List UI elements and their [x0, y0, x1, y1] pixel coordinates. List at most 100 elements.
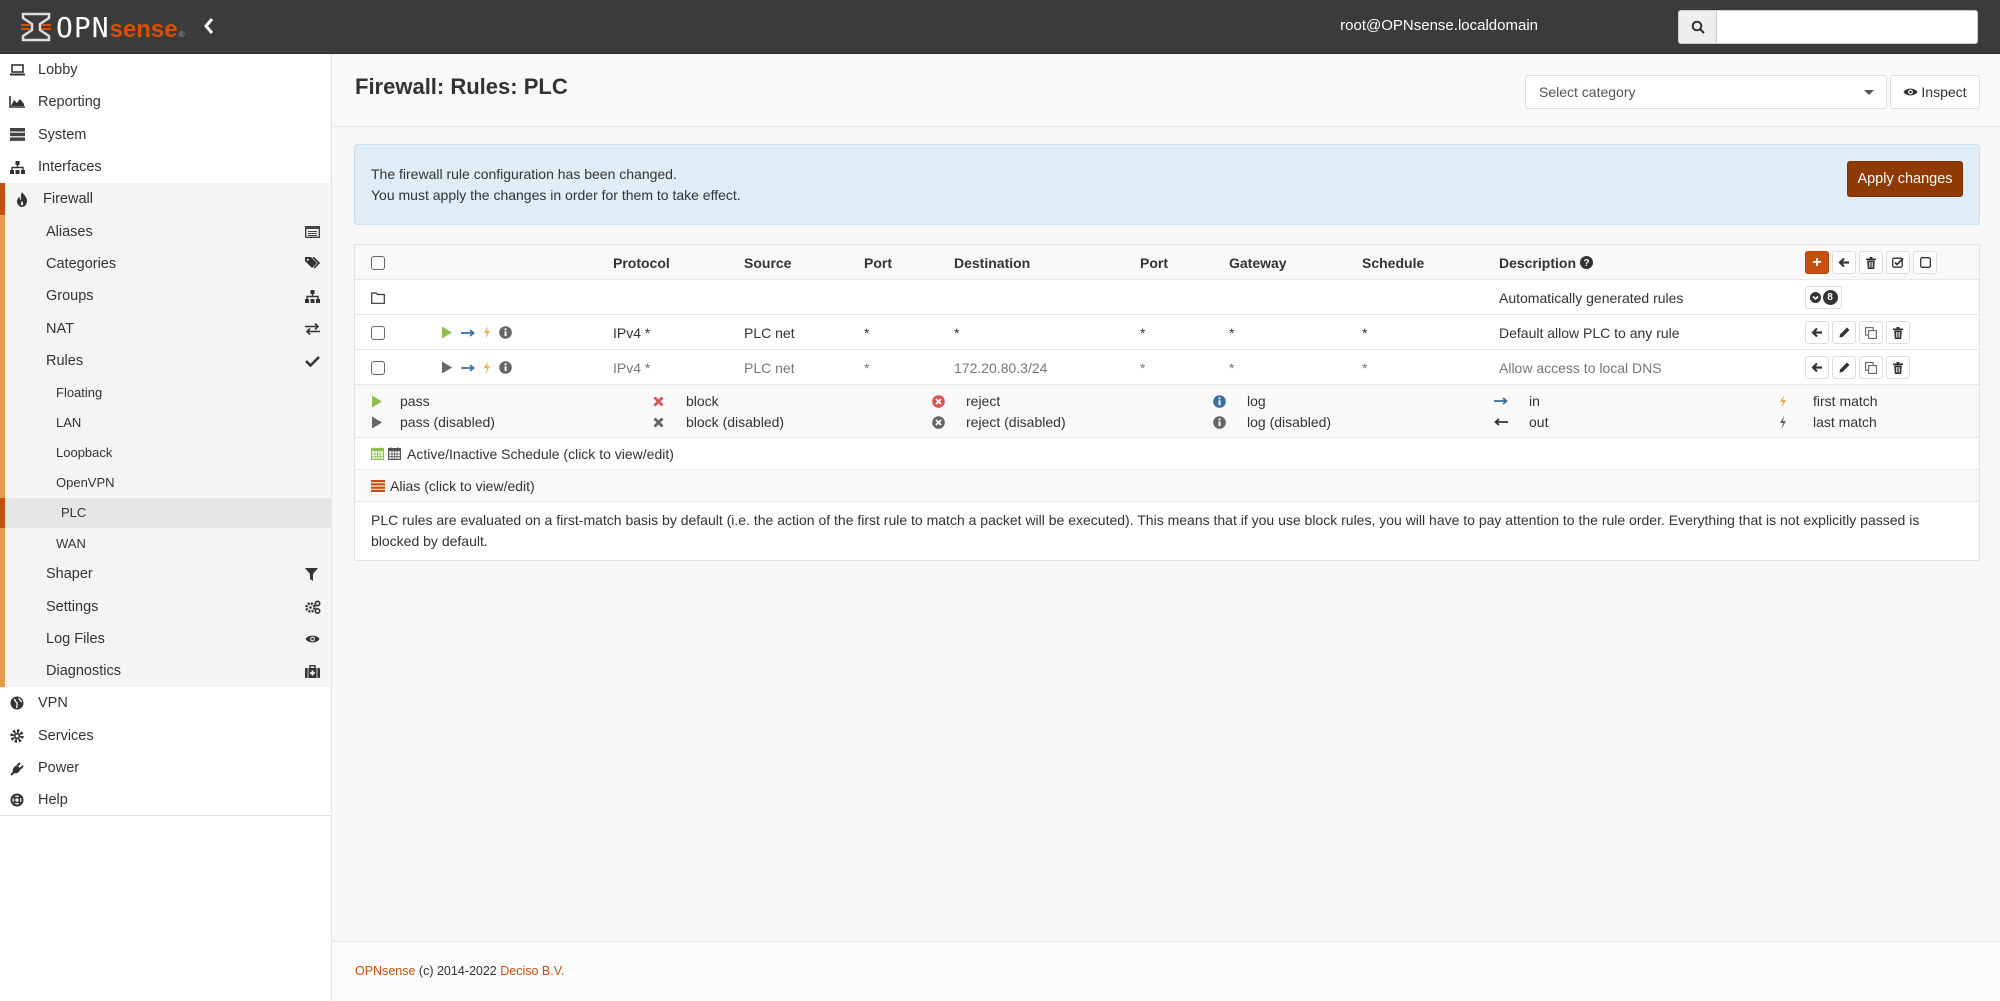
sidebar-item-reporting[interactable]: Reporting — [0, 86, 331, 118]
last-match-icon — [1780, 415, 1786, 429]
sidebar-item-firewall[interactable]: Firewall — [0, 183, 331, 216]
edit-rule-button[interactable] — [1832, 356, 1856, 379]
sidebar-item-categories[interactable]: Categories — [5, 248, 331, 280]
plus-icon: + — [1812, 253, 1822, 271]
sidebar-item-lobby[interactable]: Lobby — [0, 54, 331, 86]
sidebar-item-label: Rules — [46, 352, 84, 369]
header-gateway[interactable]: Gateway — [1229, 245, 1287, 280]
apply-changes-button[interactable]: Apply changes — [1847, 161, 1963, 197]
header-schedule[interactable]: Schedule — [1362, 245, 1424, 280]
sidebar-item-interfaces[interactable]: Interfaces — [0, 151, 331, 183]
rule-checkbox[interactable] — [371, 325, 385, 340]
expand-auto-rules-button[interactable]: 8 — [1805, 286, 1842, 309]
rule-schedule: * — [1362, 324, 1368, 341]
sidebar-item-log-files[interactable]: Log Files — [5, 623, 331, 655]
delete-rule-button[interactable] — [1886, 321, 1910, 344]
disable-selected-button[interactable] — [1913, 251, 1937, 274]
sidebar-item-rules[interactable]: Rules — [5, 345, 331, 377]
clone-rule-button[interactable] — [1859, 356, 1883, 379]
alias-info-row[interactable]: Alias (click to view/edit) — [355, 470, 1979, 502]
legend-block: block — [686, 393, 719, 409]
alert-line-2: You must apply the changes in order for … — [371, 187, 741, 203]
table-row[interactable]: IPv4 * PLC net * * * * * Default allow P… — [355, 315, 1979, 350]
sidebar-collapse-button[interactable] — [203, 16, 215, 36]
sidebar-rules-plc[interactable]: PLC — [0, 497, 331, 528]
rules-legend: pass pass (disabled) block block (disabl… — [355, 385, 1979, 438]
move-before-button[interactable] — [1805, 356, 1829, 379]
sidebar-rules-loopback[interactable]: Loopback — [5, 437, 331, 467]
header-source-port[interactable]: Port — [864, 245, 892, 280]
rule-schedule: * — [1362, 359, 1368, 376]
edit-rule-button[interactable] — [1832, 321, 1856, 344]
sidebar-item-nat[interactable]: NAT — [5, 312, 331, 344]
sitemap-icon — [8, 160, 26, 174]
opnsense-logo[interactable]: OPN sense ® — [20, 10, 185, 44]
rule-checkbox[interactable] — [371, 360, 385, 375]
question-circle-icon[interactable]: ? — [1580, 256, 1594, 269]
inspect-button[interactable]: Inspect — [1890, 75, 1980, 109]
first-match-icon — [1780, 394, 1786, 408]
logo-mark-icon — [20, 12, 52, 42]
sidebar-item-vpn[interactable]: VPN — [0, 687, 331, 719]
sidebar-item-groups[interactable]: Groups — [5, 280, 331, 312]
sidebar-item-system[interactable]: System — [0, 119, 331, 151]
sidebar-item-shaper[interactable]: Shaper — [5, 558, 331, 590]
alias-info-text: Alias (click to view/edit) — [390, 477, 535, 494]
sidebar-item-diagnostics[interactable]: Diagnostics — [5, 655, 331, 687]
move-before-button[interactable] — [1805, 321, 1829, 344]
sidebar-item-aliases[interactable]: Aliases — [5, 215, 331, 247]
rule-dest-port: * — [1140, 324, 1146, 341]
global-search — [1678, 10, 1978, 44]
footer-deciso-link[interactable]: Deciso B.V. — [500, 964, 564, 978]
sidebar-item-label: Aliases — [46, 223, 93, 240]
trash-icon — [1893, 361, 1903, 374]
header-destination[interactable]: Destination — [954, 245, 1030, 280]
alert-line-1: The firewall rule configuration has been… — [371, 166, 677, 182]
sidebar-item-services[interactable]: Services — [0, 720, 331, 752]
sidebar-item-settings[interactable]: Settings — [5, 590, 331, 622]
rule-description: Allow access to local DNS — [1499, 359, 1662, 376]
category-select[interactable]: Select category — [1525, 75, 1887, 109]
header-source[interactable]: Source — [744, 245, 791, 280]
select-all-checkbox[interactable] — [371, 255, 385, 270]
sidebar-rules-lan[interactable]: LAN — [5, 407, 331, 437]
sidebar-rules-wan[interactable]: WAN — [5, 528, 331, 558]
pass-icon[interactable] — [441, 326, 453, 339]
log-disabled-icon[interactable] — [499, 361, 512, 374]
header-protocol[interactable]: Protocol — [613, 245, 670, 280]
header-description[interactable]: Description — [1499, 255, 1576, 271]
table-header-row: Protocol Source Port Destination Port Ga… — [355, 245, 1979, 280]
clone-rule-button[interactable] — [1859, 321, 1883, 344]
log-disabled-icon[interactable] — [499, 326, 512, 339]
schedule-info-row[interactable]: Active/Inactive Schedule (click to view/… — [355, 438, 1979, 470]
sidebar-item-label: Reporting — [38, 94, 101, 111]
enable-selected-button[interactable] — [1886, 251, 1910, 274]
sidebar-rules-floating[interactable]: Floating — [5, 377, 331, 407]
auto-rules-description: Automatically generated rules — [1499, 289, 1684, 306]
table-row[interactable]: IPv4 * PLC net * 172.20.80.3/24 * * * Al… — [355, 350, 1979, 385]
rule-source-port: * — [864, 324, 870, 341]
log-disabled-icon — [1212, 415, 1226, 429]
header-dest-port[interactable]: Port — [1140, 245, 1168, 280]
delete-rule-button[interactable] — [1886, 356, 1910, 379]
add-rule-button[interactable]: + — [1805, 251, 1829, 274]
sidebar-rules-openvpn[interactable]: OpenVPN — [5, 468, 331, 498]
sidebar-item-label: System — [38, 126, 87, 143]
main-content: Firewall: Rules: PLC Select category Ins… — [332, 54, 2000, 1001]
search-input[interactable] — [1716, 10, 1978, 44]
user-label[interactable]: root@OPNsense.localdomain — [1340, 17, 1538, 34]
footer-opnsense-link[interactable]: OPNsense — [355, 964, 415, 978]
arrow-left-icon — [1811, 362, 1822, 373]
sidebar-item-power[interactable]: Power — [0, 752, 331, 784]
pass-disabled-icon[interactable] — [441, 361, 453, 374]
pass-icon — [372, 395, 382, 407]
sidebar-item-help[interactable]: Help — [0, 784, 331, 817]
search-addon[interactable] — [1678, 10, 1716, 44]
auto-rules-row[interactable]: Automatically generated rules 8 — [355, 280, 1979, 315]
delete-selected-button[interactable] — [1859, 251, 1883, 274]
direction-in-icon — [1494, 397, 1508, 405]
fire-icon — [13, 191, 31, 207]
sidebar-item-label: Loopback — [56, 444, 113, 460]
move-selected-button[interactable] — [1832, 251, 1856, 274]
area-chart-icon — [8, 96, 26, 109]
